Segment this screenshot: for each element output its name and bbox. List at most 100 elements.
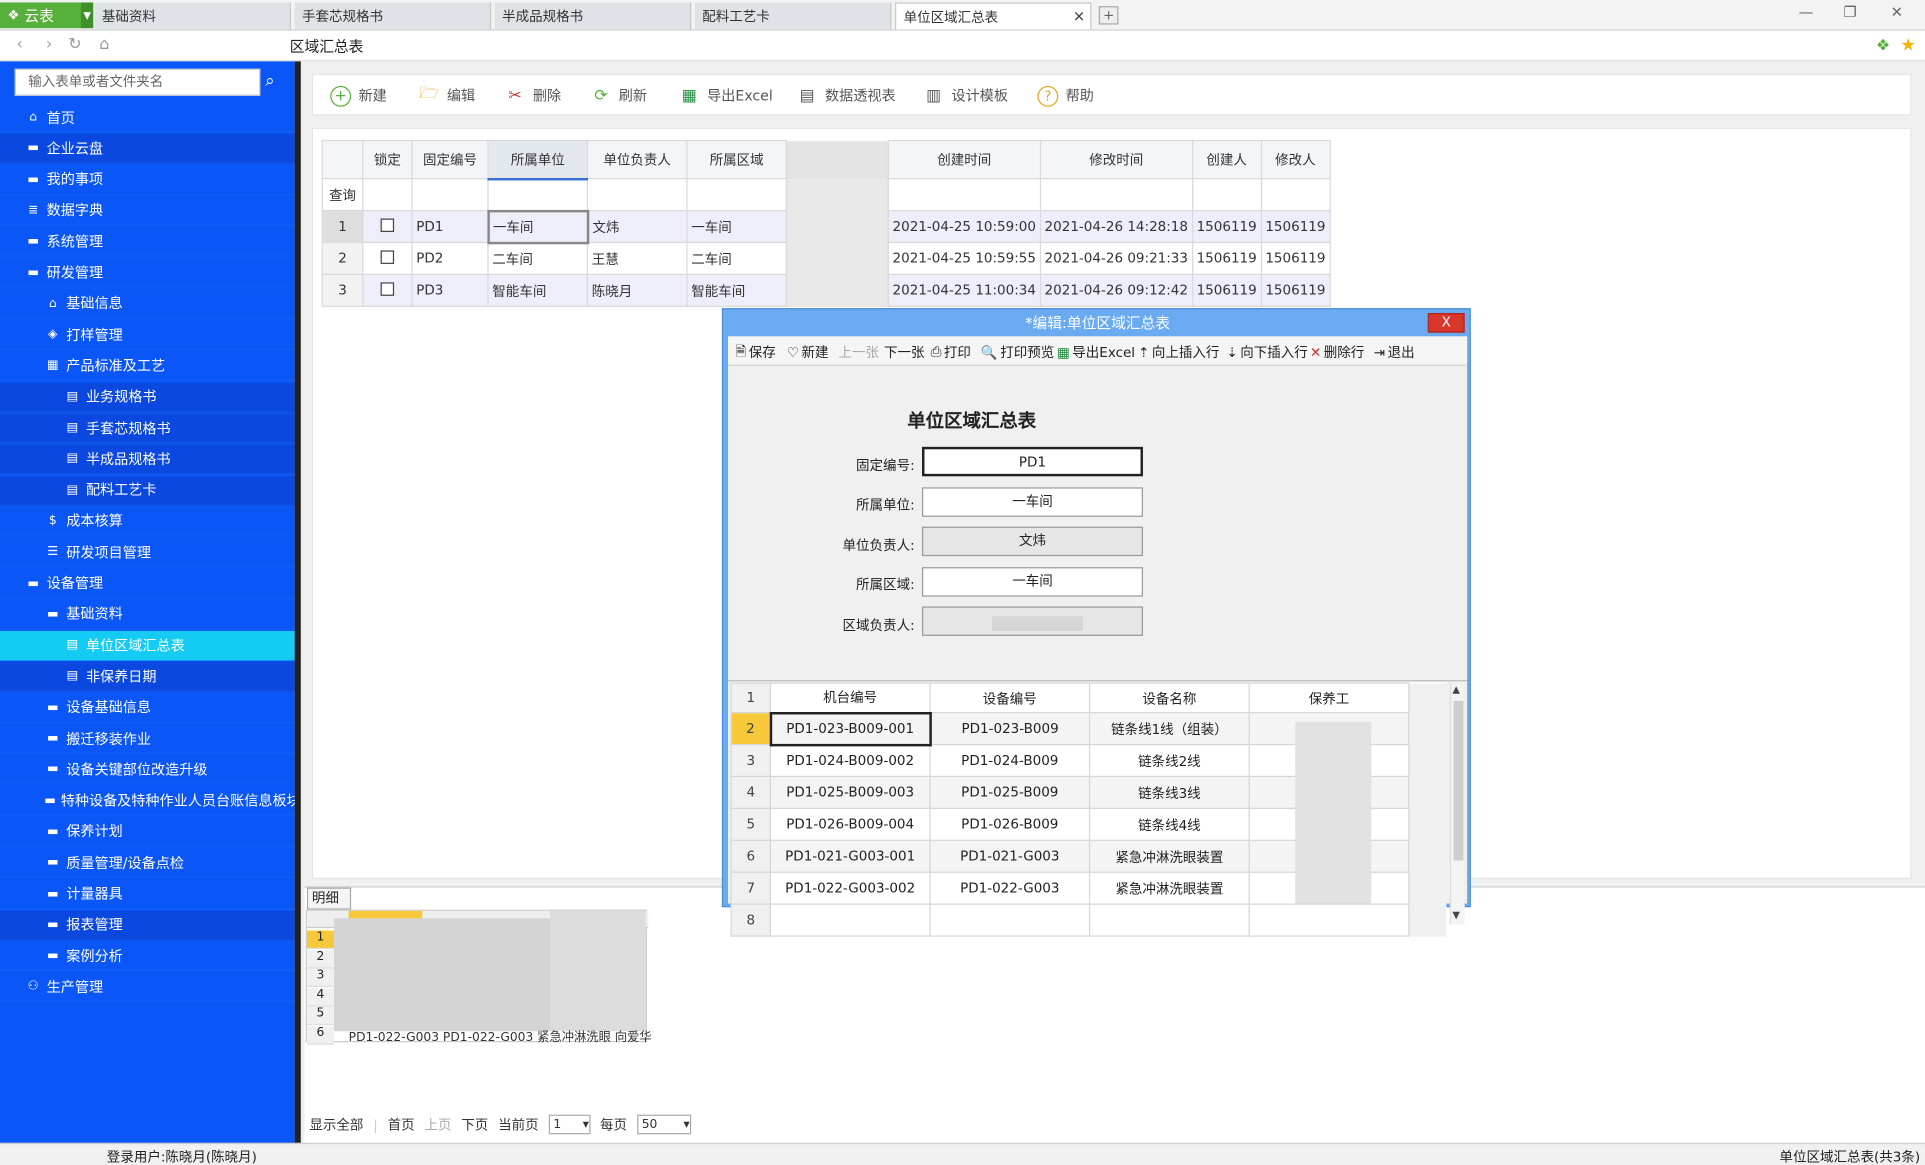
dialog-next-button[interactable]: 下一张 bbox=[884, 343, 925, 363]
dialog-close-button[interactable]: X bbox=[1427, 313, 1465, 333]
sub-cell[interactable]: 链条线4线 bbox=[1088, 807, 1250, 841]
query-cell[interactable] bbox=[487, 178, 589, 212]
cell-unit[interactable]: 一车间 bbox=[486, 209, 589, 244]
edit-button[interactable]: 🗁 编辑 bbox=[419, 83, 475, 108]
restore-button[interactable]: ❐ bbox=[1832, 4, 1869, 26]
sidebar-item[interactable]: ⌂ 基础信息 bbox=[0, 289, 295, 319]
sidebar-item[interactable]: ▬ 报表管理 bbox=[0, 910, 295, 941]
area-field[interactable]: 一车间 bbox=[922, 567, 1143, 597]
sidebar-item[interactable]: ▬ 保养计划 bbox=[0, 817, 295, 847]
sidebar-item[interactable]: ▬ 研发管理 bbox=[0, 258, 295, 288]
sub-cell[interactable]: PD1-026-B009 bbox=[929, 807, 1091, 841]
home-icon[interactable]: ⌂ bbox=[95, 36, 115, 56]
sub-cell[interactable]: PD1-026-B009-004 bbox=[769, 807, 931, 841]
first-page-button[interactable]: 首页 bbox=[388, 1115, 415, 1135]
col-header[interactable]: 所属单位 bbox=[487, 139, 589, 180]
query-cell[interactable] bbox=[1039, 178, 1193, 212]
sidebar-item[interactable]: ⌂ 首页 bbox=[0, 103, 295, 133]
sub-cell[interactable]: PD1-023-B009 bbox=[929, 712, 1091, 746]
cell-creator[interactable]: 1506119 bbox=[1191, 241, 1262, 275]
area-lead-field[interactable] bbox=[922, 606, 1143, 636]
fixed-id-field[interactable]: PD1 bbox=[922, 446, 1143, 477]
cell-area[interactable]: 智能车间 bbox=[686, 273, 787, 307]
sidebar-item[interactable]: ▦ 产品标准及工艺 bbox=[0, 352, 295, 382]
sidebar-item[interactable]: ≣ 数据字典 bbox=[0, 196, 295, 226]
sub-cell[interactable]: 紧急冲淋洗眼装置 bbox=[1088, 871, 1250, 905]
delete-row-button[interactable]: ✕ 删除行 bbox=[1310, 343, 1364, 363]
unit-lead-field[interactable]: 文炜 bbox=[922, 526, 1143, 557]
cell-created[interactable]: 2021-04-25 10:59:00 bbox=[887, 209, 1041, 244]
query-cell[interactable] bbox=[686, 178, 787, 212]
lock-checkbox[interactable] bbox=[362, 241, 413, 275]
cell-unit[interactable]: 智能车间 bbox=[487, 273, 589, 307]
tab-glove-spec[interactable]: 手套芯规格书 bbox=[294, 2, 492, 30]
sub-col-header[interactable]: 保养工 bbox=[1248, 682, 1410, 714]
tab-semi-spec[interactable]: 半成品规格书 bbox=[494, 2, 692, 30]
query-cell[interactable] bbox=[1260, 178, 1331, 212]
cell-id[interactable]: PD1 bbox=[411, 209, 489, 244]
new-tab-button[interactable]: + bbox=[1098, 6, 1119, 25]
refresh-button[interactable]: ⟳ 刷新 bbox=[591, 83, 647, 108]
sidebar-item[interactable]: ▤ 配料工艺卡 bbox=[0, 475, 295, 506]
sub-col-header[interactable]: 机台编号 bbox=[769, 682, 931, 714]
sub-cell[interactable]: 链条线1线（组装） bbox=[1088, 712, 1250, 746]
sub-cell[interactable]: 紧急冲淋洗眼装置 bbox=[1088, 839, 1250, 873]
query-cell[interactable] bbox=[1191, 178, 1262, 212]
sidebar-item[interactable]: ▬ 案例分析 bbox=[0, 942, 295, 972]
col-header[interactable]: 锁定 bbox=[362, 139, 413, 180]
refresh-icon[interactable]: ↻ bbox=[65, 36, 85, 56]
dialog-export-button[interactable]: ▦ 导出Excel bbox=[1057, 343, 1135, 363]
unit-field[interactable]: 一车间 bbox=[922, 487, 1143, 517]
dialog-scrollbar[interactable]: ▲ ▼ bbox=[1449, 683, 1465, 925]
next-page-button[interactable]: 下页 bbox=[461, 1115, 488, 1135]
query-cell[interactable] bbox=[887, 178, 1041, 212]
sidebar-item[interactable]: ▬ 搬迁移装作业 bbox=[0, 724, 295, 754]
cell-id[interactable]: PD2 bbox=[411, 241, 489, 275]
tab-basic-data[interactable]: 基础资料 bbox=[94, 2, 291, 30]
export-excel-button[interactable]: ▦ 导出Excel bbox=[679, 83, 773, 108]
sidebar-item[interactable]: ▬ 我的事项 bbox=[0, 165, 295, 195]
lock-checkbox[interactable] bbox=[362, 273, 413, 307]
cell-created[interactable]: 2021-04-25 11:00:34 bbox=[887, 273, 1041, 307]
table-row[interactable]: 3 PD3 智能车间 陈晓月 智能车间 2021-04-25 11:00:34 … bbox=[321, 273, 1331, 307]
star-icon[interactable]: ★ bbox=[1900, 36, 1915, 56]
help-button[interactable]: ? 帮助 bbox=[1037, 83, 1094, 108]
cell-lead[interactable]: 文炜 bbox=[586, 209, 688, 244]
cell-area[interactable]: 二车间 bbox=[686, 241, 787, 275]
current-page-select[interactable]: 1 ▾ bbox=[548, 1114, 591, 1135]
tab-recipe-card[interactable]: 配料工艺卡 bbox=[694, 2, 892, 30]
sidebar-item[interactable]: ▤ 业务规格书 bbox=[0, 382, 295, 413]
sidebar-item[interactable]: ▬ 计量器具 bbox=[0, 880, 295, 910]
sidebar-item[interactable]: ▤ 非保养日期 bbox=[0, 662, 295, 692]
cell-modified[interactable]: 2021-04-26 09:12:42 bbox=[1039, 273, 1193, 307]
table-row[interactable]: 2 PD2 二车间 王慧 二车间 2021-04-25 10:59:55 202… bbox=[321, 241, 1331, 275]
sidebar-item[interactable]: ▬ 设备管理 bbox=[0, 569, 295, 599]
cell-creator[interactable]: 1506119 bbox=[1191, 209, 1262, 244]
dialog-exit-button[interactable]: ⇥ 退出 bbox=[1374, 343, 1415, 363]
sub-col-header[interactable]: 设备名称 bbox=[1088, 682, 1250, 714]
table-row[interactable]: 1 PD1 一车间 文炜 一车间 2021-04-25 10:59:00 202… bbox=[321, 209, 1331, 244]
sidebar-item[interactable]: ▬ 特种设备及特种作业人员台账信息板块 bbox=[0, 786, 301, 816]
brand-dropdown-icon[interactable]: ▼ bbox=[81, 2, 94, 29]
sub-cell[interactable]: 链条线3线 bbox=[1088, 775, 1250, 809]
prev-page-button[interactable]: 上页 bbox=[424, 1115, 451, 1135]
col-header[interactable]: 单位负责人 bbox=[586, 139, 688, 180]
sub-cell[interactable]: PD1-022-G003-002 bbox=[769, 871, 931, 905]
query-cell[interactable] bbox=[411, 178, 489, 212]
col-header[interactable]: 修改时间 bbox=[1039, 139, 1193, 180]
delete-button[interactable]: ✂ 删除 bbox=[505, 83, 561, 108]
sidebar-item[interactable]: ☰ 研发项目管理 bbox=[0, 538, 295, 568]
lock-checkbox[interactable] bbox=[362, 209, 413, 244]
col-header[interactable]: 固定编号 bbox=[411, 139, 489, 180]
col-header[interactable]: 修改人 bbox=[1260, 139, 1331, 180]
tab-unit-area-summary[interactable]: 单位区域汇总表 × bbox=[894, 2, 1092, 30]
sidebar-item[interactable]: ▤ 半成品规格书 bbox=[0, 444, 295, 475]
back-icon[interactable]: ‹ bbox=[10, 36, 30, 56]
sub-cell[interactable] bbox=[1088, 903, 1250, 937]
forward-icon[interactable]: › bbox=[39, 36, 59, 56]
sub-col-header[interactable]: 设备编号 bbox=[929, 682, 1091, 714]
sidebar-item[interactable]: ⚇ 生产管理 bbox=[0, 973, 295, 1003]
sidebar-item[interactable]: ▬ 质量管理/设备点检 bbox=[0, 849, 295, 878]
sidebar-item[interactable]: ▬ 企业云盘 bbox=[0, 134, 295, 164]
query-cell[interactable] bbox=[586, 178, 688, 212]
